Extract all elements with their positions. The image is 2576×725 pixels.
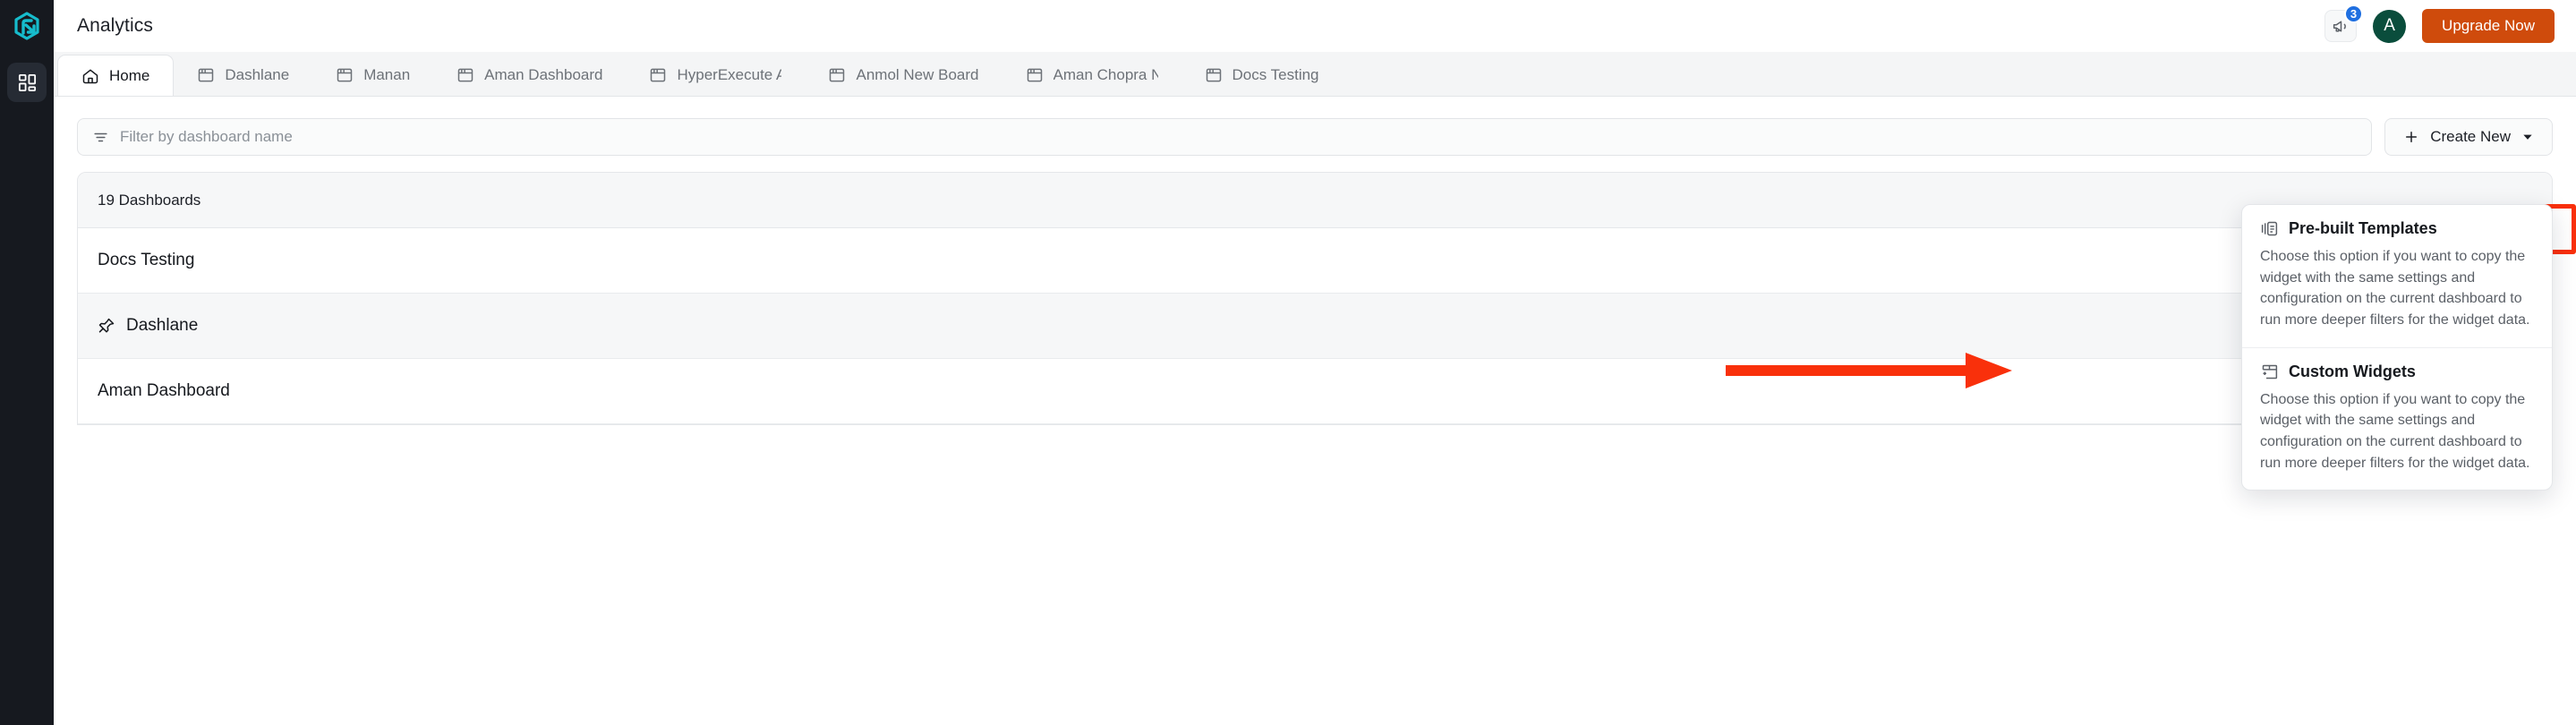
left-rail [0, 0, 54, 725]
copy-documents-icon [2260, 219, 2279, 238]
board-icon [649, 66, 667, 84]
dropdown-item-title: Custom Widgets [2289, 362, 2416, 380]
dashboard-name: Dashlane [126, 316, 199, 335]
tab-anmol-new-board[interactable]: Anmol New Board [805, 55, 1002, 96]
board-icon [1026, 66, 1044, 84]
board-icon [828, 66, 846, 84]
dropdown-item-pre-built-templates[interactable]: Pre-built Templates Choose this option if… [2242, 205, 2552, 347]
dashboard-count: 19 Dashboards [78, 173, 2552, 228]
dropdown-item-custom-widgets[interactable]: Custom Widgets Choose this option if you … [2242, 346, 2552, 490]
tab-label: Aman Chopra New Board [1053, 66, 1158, 83]
layout-plus-icon [2260, 362, 2279, 381]
filter-field[interactable] [77, 118, 2373, 156]
main-column: Analytics 3 A Upgrade Now Home Dashlane … [54, 0, 2576, 725]
dropdown-item-description: Choose this option if you want to copy t… [2260, 391, 2530, 471]
tab-label: Dashlane [225, 66, 290, 83]
notification-badge: 3 [2343, 4, 2364, 23]
tab-aman-chopra-new-board[interactable]: Aman Chopra New Board [1002, 55, 1181, 96]
table-row[interactable]: Dashlane [78, 294, 2552, 359]
plus-icon [2403, 129, 2419, 145]
brand-logo-icon [12, 11, 42, 41]
header-actions: 3 A Upgrade Now [2324, 4, 2555, 43]
tab-label: Docs Testing [1232, 66, 1319, 83]
filter-icon [92, 129, 109, 146]
tab-manan[interactable]: Manan [312, 55, 433, 96]
tab-home[interactable]: Home [57, 55, 175, 96]
top-header: Analytics 3 A Upgrade Now [54, 0, 2576, 52]
table-row[interactable]: Aman Dashboard1 hour ago⋯ [78, 359, 2552, 424]
tab-hyperexecute-analytics-2[interactable]: HyperExecute Analytics 2 [626, 55, 805, 96]
create-new-button[interactable]: Create New [2384, 118, 2553, 156]
content-area: Create New 19 Dashboards Docs Testing Das… [54, 97, 2576, 725]
chevron-down-icon [2521, 131, 2534, 143]
dashboard-tabs: Home Dashlane Manan Aman Dashboard HyperExec… [54, 52, 2576, 97]
tab-label: Home [109, 67, 150, 84]
app-root: Analytics 3 A Upgrade Now Home Dashlane … [0, 0, 2576, 725]
tab-label: Anmol New Board [856, 66, 979, 83]
dashboard-name: Docs Testing [98, 251, 195, 269]
create-new-dropdown[interactable]: Pre-built Templates Choose this option if… [2241, 204, 2553, 491]
dropdown-item-description: Choose this option if you want to copy t… [2260, 249, 2530, 328]
board-icon [197, 66, 215, 84]
upgrade-now-button[interactable]: Upgrade Now [2422, 9, 2555, 43]
board-icon [1205, 66, 1223, 84]
dashboard-name: Aman Dashboard [98, 381, 230, 400]
create-new-label: Create New [2430, 128, 2511, 145]
dashboard-row-left: Dashlane [98, 316, 198, 336]
tab-label: Manan [363, 66, 411, 83]
dropdown-item-title: Pre-built Templates [2289, 219, 2437, 237]
dropdown-item-header: Pre-built Templates [2260, 219, 2534, 238]
tab-aman-dashboard[interactable]: Aman Dashboard [433, 55, 626, 96]
dashboard-row-left: Aman Dashboard [98, 381, 230, 401]
search-input[interactable] [120, 128, 2358, 146]
sidebar-item-dashboards[interactable] [7, 63, 47, 102]
tab-docs-testing[interactable]: Docs Testing [1181, 55, 1343, 96]
dropdown-item-header: Custom Widgets [2260, 362, 2534, 381]
page-title: Analytics [77, 15, 153, 36]
pin-icon[interactable] [98, 317, 115, 335]
dashboard-grid-icon [17, 72, 38, 93]
dashboard-row-left: Docs Testing [98, 251, 194, 270]
board-icon [456, 66, 474, 84]
board-icon [336, 66, 354, 84]
home-icon [81, 67, 99, 85]
announcements-button[interactable]: 3 [2324, 4, 2364, 42]
toolbar: Create New [77, 118, 2553, 156]
table-row[interactable]: Docs Testing [78, 228, 2552, 294]
tab-label: Aman Dashboard [484, 66, 603, 83]
brand-logo[interactable] [0, 0, 54, 52]
tab-label: HyperExecute Analytics 2 [677, 66, 781, 83]
tab-dashlane[interactable]: Dashlane [174, 55, 312, 96]
dashboard-list: 19 Dashboards Docs Testing Dashlane Aman D… [77, 172, 2553, 425]
avatar[interactable]: A [2373, 9, 2407, 43]
